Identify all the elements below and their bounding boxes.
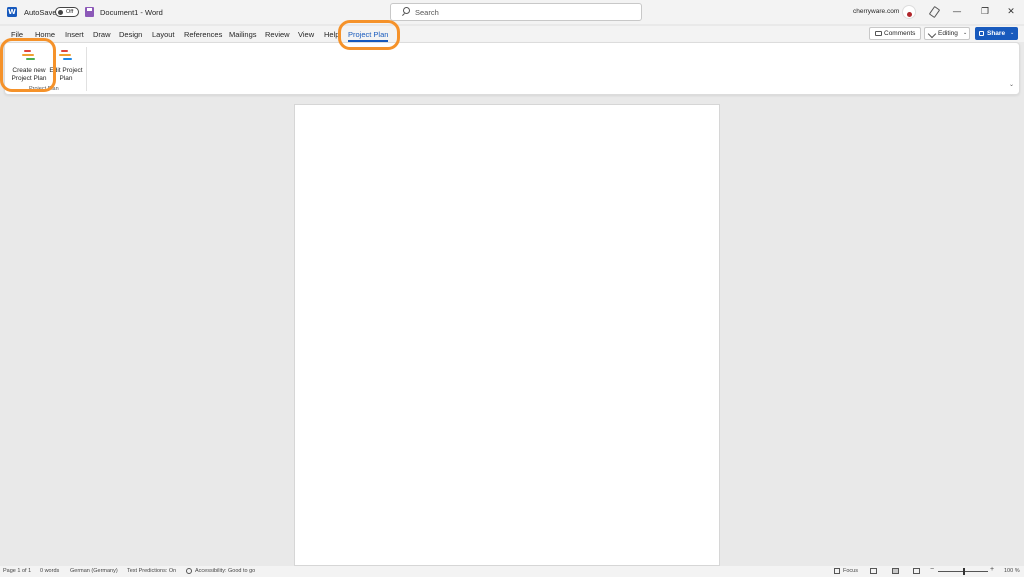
ribbon-group-label: Project Plan: [29, 86, 59, 92]
accessibility-status[interactable]: Accessibility: Good to go: [195, 568, 255, 574]
title-bar: W AutoSave Off Document1 - Word cherrywa…: [0, 0, 1024, 24]
group-separator: [86, 47, 87, 91]
autosave-toggle[interactable]: Off: [55, 7, 79, 17]
share-icon: [979, 31, 984, 36]
close-button[interactable]: ✕: [1002, 4, 1020, 20]
read-mode-icon[interactable]: [870, 568, 877, 574]
editing-button[interactable]: Editing ⌄: [924, 27, 970, 40]
tab-design[interactable]: Design: [119, 30, 142, 39]
search-input[interactable]: [415, 6, 635, 18]
web-layout-icon[interactable]: [913, 568, 920, 574]
ribbon-panel: Create new Project Plan Edit Project Plan …: [4, 42, 1020, 95]
zoom-level[interactable]: 100 %: [1004, 568, 1020, 574]
tab-view[interactable]: View: [298, 30, 314, 39]
text-predictions[interactable]: Text Predictions: On: [127, 568, 176, 574]
edit-plan-label: Edit Project Plan: [49, 67, 83, 82]
share-button[interactable]: Share ⌄: [975, 27, 1018, 40]
zoom-slider-handle[interactable]: [963, 568, 965, 575]
focus-button[interactable]: Focus: [843, 568, 858, 574]
tab-home[interactable]: Home: [35, 30, 55, 39]
zoom-out-button[interactable]: −: [930, 566, 934, 573]
create-plan-label: Create new Project Plan: [11, 67, 47, 82]
print-layout-icon[interactable]: [892, 568, 899, 574]
chevron-down-icon: ⌄: [963, 30, 968, 36]
avatar[interactable]: [902, 5, 916, 19]
zoom-in-button[interactable]: +: [990, 566, 994, 573]
language[interactable]: German (Germany): [70, 568, 118, 574]
edit-project-plan-button[interactable]: Edit Project Plan: [46, 46, 86, 86]
account-name[interactable]: cherryware.com: [853, 8, 899, 15]
word-count[interactable]: 0 words: [40, 568, 59, 574]
pencil-icon: [927, 29, 937, 39]
page-count[interactable]: Page 1 of 1: [3, 568, 31, 574]
toggle-knob: [57, 9, 63, 15]
editing-label: Editing: [938, 30, 958, 37]
minimize-button[interactable]: —: [948, 4, 966, 20]
share-label: Share: [987, 30, 1006, 37]
document-title[interactable]: Document1 - Word: [100, 8, 163, 17]
tab-mailings[interactable]: Mailings: [229, 30, 257, 39]
save-icon[interactable]: [85, 7, 94, 17]
document-page[interactable]: [294, 104, 720, 566]
autosave-state: Off: [66, 9, 74, 15]
autosave-label: AutoSave: [24, 8, 57, 17]
search-icon: [403, 7, 410, 14]
word-icon[interactable]: W: [7, 7, 17, 17]
comments-label: Comments: [884, 30, 916, 37]
tab-review[interactable]: Review: [265, 30, 290, 39]
tab-insert[interactable]: Insert: [65, 30, 84, 39]
chevron-down-icon: ⌄: [1010, 30, 1015, 36]
tab-references[interactable]: References: [184, 30, 222, 39]
project-plan-icon: [59, 50, 73, 60]
tab-project-plan[interactable]: Project Plan: [348, 30, 389, 42]
restore-button[interactable]: ❐: [976, 4, 994, 20]
status-bar: Page 1 of 1 0 words German (Germany) Tex…: [0, 566, 1024, 577]
pen-icon[interactable]: [928, 5, 941, 19]
comment-icon: [875, 31, 882, 36]
tab-file[interactable]: File: [11, 30, 23, 39]
project-plan-icon: [22, 50, 36, 60]
tab-help[interactable]: Help: [324, 30, 339, 39]
focus-icon: [834, 568, 840, 574]
accessibility-icon: [186, 568, 192, 574]
create-new-project-plan-button[interactable]: Create new Project Plan: [9, 46, 49, 86]
tab-layout[interactable]: Layout: [152, 30, 175, 39]
comments-button[interactable]: Comments: [869, 27, 921, 40]
collapse-ribbon-icon[interactable]: ⌄: [1009, 81, 1014, 88]
tab-draw[interactable]: Draw: [93, 30, 111, 39]
search-box[interactable]: [390, 3, 642, 21]
